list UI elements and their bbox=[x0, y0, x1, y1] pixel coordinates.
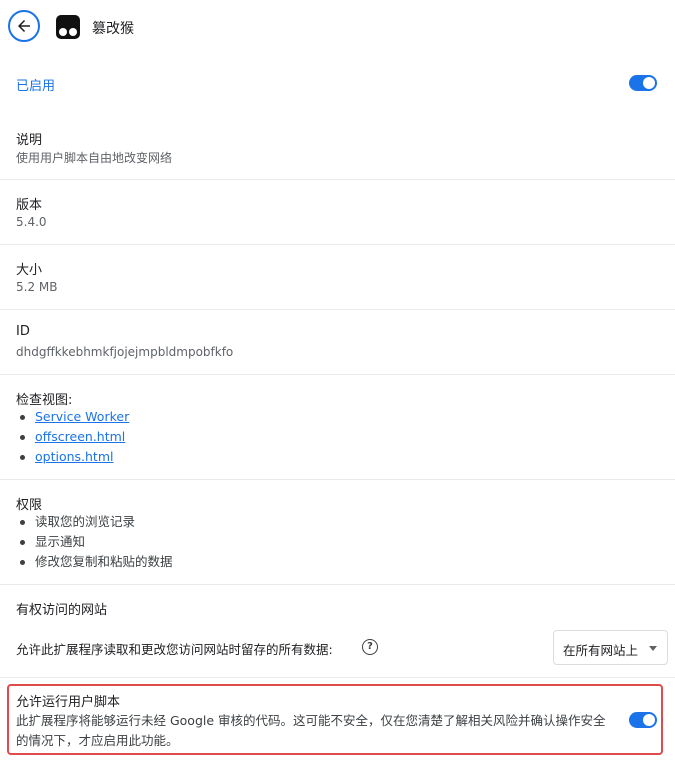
site-access-selected-value: 在所有网站上 bbox=[563, 643, 639, 658]
permissions-label: 权限 bbox=[16, 498, 43, 513]
id-section: ID dhdgffkkebhmkfjojejmpbldmpobfkfo bbox=[0, 310, 675, 375]
user-scripts-toggle[interactable] bbox=[629, 712, 657, 728]
help-icon[interactable]: ? bbox=[362, 639, 378, 655]
user-scripts-title: 允许运行用户脚本 bbox=[16, 695, 121, 710]
site-access-title: 有权访问的网站 bbox=[16, 603, 108, 618]
chevron-down-icon bbox=[649, 646, 657, 651]
enabled-toggle[interactable] bbox=[629, 75, 657, 91]
tampermonkey-logo-icon bbox=[56, 15, 80, 39]
offscreen-link[interactable]: offscreen.html bbox=[35, 429, 125, 444]
inspect-views-list: Service Worker offscreen.html options.ht… bbox=[16, 407, 129, 467]
header: 篡改猴 bbox=[0, 0, 675, 55]
inspect-views-label: 检查视图: bbox=[16, 393, 73, 408]
list-item: Service Worker bbox=[16, 407, 129, 427]
description-value: 使用用户脚本自由地改变网络 bbox=[16, 151, 173, 165]
size-value: 5.2 MB bbox=[16, 280, 58, 294]
version-label: 版本 bbox=[16, 198, 43, 213]
permission-item: 读取您的浏览记录 bbox=[16, 512, 173, 532]
back-button[interactable] bbox=[8, 10, 40, 42]
version-value: 5.4.0 bbox=[16, 215, 47, 229]
list-item: offscreen.html bbox=[16, 427, 129, 447]
description-label: 说明 bbox=[16, 133, 43, 148]
extension-name: 篡改猴 bbox=[92, 21, 134, 37]
size-label: 大小 bbox=[16, 263, 43, 278]
version-section: 版本 5.4.0 bbox=[0, 180, 675, 245]
arrow-left-icon bbox=[18, 20, 30, 32]
description-section: 说明 使用用户脚本自由地改变网络 bbox=[0, 115, 675, 180]
permissions-section: 权限 读取您的浏览记录 显示通知 修改您复制和粘贴的数据 bbox=[0, 480, 675, 585]
site-access-prompt: 允许此扩展程序读取和更改您访问网站时留存的所有数据: bbox=[16, 642, 333, 657]
service-worker-link[interactable]: Service Worker bbox=[35, 409, 129, 424]
permission-item: 显示通知 bbox=[16, 532, 173, 552]
id-label: ID bbox=[16, 324, 30, 339]
list-item: options.html bbox=[16, 447, 129, 467]
permissions-list: 读取您的浏览记录 显示通知 修改您复制和粘贴的数据 bbox=[16, 512, 173, 572]
permission-item: 修改您复制和粘贴的数据 bbox=[16, 552, 173, 572]
site-access-select[interactable]: 在所有网站上 bbox=[553, 630, 668, 665]
id-value: dhdgffkkebhmkfjojejmpbldmpobfkfo bbox=[16, 345, 234, 359]
options-link[interactable]: options.html bbox=[35, 449, 114, 464]
inspect-views-section: 检查视图: Service Worker offscreen.html opti… bbox=[0, 375, 675, 480]
enabled-row: 已启用 bbox=[0, 55, 675, 115]
user-scripts-description: 此扩展程序将能够运行未经 Google 审核的代码。这可能不安全，仅在您清楚了解… bbox=[16, 713, 606, 748]
enabled-label: 已启用 bbox=[16, 79, 56, 94]
size-section: 大小 5.2 MB bbox=[0, 245, 675, 310]
